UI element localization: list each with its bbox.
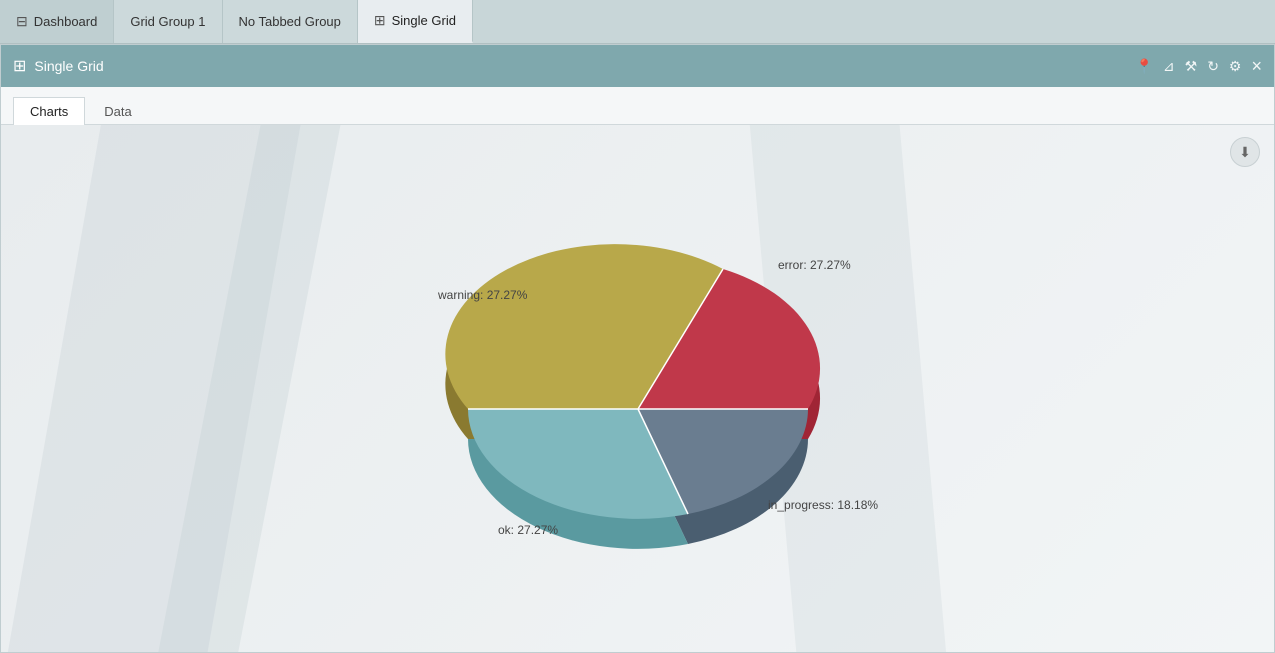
nav-tab-grid-group-1-label: Grid Group 1 [130, 14, 205, 29]
download-button[interactable]: ⬇ [1230, 137, 1260, 167]
refresh-button[interactable]: ↻ [1207, 58, 1219, 75]
single-grid-tab-icon: ⊞ [374, 12, 386, 29]
ok-label: ok: 27.27% [498, 523, 558, 537]
tab-charts[interactable]: Charts [13, 97, 85, 125]
tab-data[interactable]: Data [87, 97, 148, 125]
widget-header-icon: ⊞ [13, 56, 26, 76]
nav-tab-no-tabbed-group[interactable]: No Tabbed Group [223, 0, 358, 43]
tools-button[interactable]: ⚒ [1185, 58, 1198, 75]
in-progress-label: in_progress: 18.18% [768, 498, 878, 512]
external-link-button[interactable]: ⊿ [1163, 58, 1175, 75]
widget-title: Single Grid [34, 58, 103, 74]
chart-area: ⬇ [1, 125, 1274, 652]
widget-header: ⊞ Single Grid 📍 ⊿ ⚒ ↻ ⚙ × [1, 45, 1274, 87]
nav-tab-dashboard[interactable]: ⊟ Dashboard [0, 0, 114, 43]
tab-data-label: Data [104, 104, 131, 119]
download-icon: ⬇ [1239, 144, 1251, 161]
tab-charts-label: Charts [30, 104, 68, 119]
widget-container: ⊞ Single Grid 📍 ⊿ ⚒ ↻ ⚙ × Charts Data [0, 44, 1275, 653]
error-label: error: 27.27% [778, 258, 851, 272]
nav-tab-dashboard-label: Dashboard [34, 14, 98, 29]
widget-title-area: ⊞ Single Grid [13, 56, 1135, 76]
nav-tab-grid-group-1[interactable]: Grid Group 1 [114, 0, 222, 43]
dashboard-icon: ⊟ [16, 13, 28, 30]
widget-header-actions: 📍 ⊿ ⚒ ↻ ⚙ × [1135, 56, 1262, 77]
pie-chart-container: error: 27.27% warning: 27.27% ok: 27.27%… [358, 179, 918, 599]
inner-tab-bar: Charts Data [1, 87, 1274, 125]
top-navigation: ⊟ Dashboard Grid Group 1 No Tabbed Group… [0, 0, 1275, 44]
pie-chart-svg: error: 27.27% warning: 27.27% ok: 27.27%… [358, 179, 918, 599]
nav-tab-single-grid-label: Single Grid [392, 13, 456, 28]
nav-tab-no-tabbed-group-label: No Tabbed Group [239, 14, 341, 29]
warning-label: warning: 27.27% [437, 288, 528, 302]
nav-tab-single-grid[interactable]: ⊞ Single Grid [358, 0, 473, 43]
pin-button[interactable]: 📍 [1135, 58, 1152, 75]
settings-button[interactable]: ⚙ [1229, 58, 1242, 75]
close-button[interactable]: × [1251, 56, 1262, 77]
